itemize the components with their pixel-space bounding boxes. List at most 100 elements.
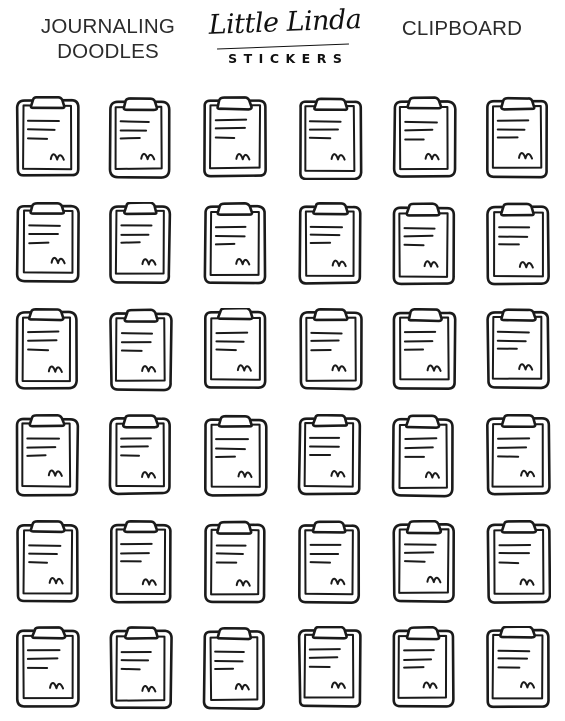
header-left-line1: JOURNALING bbox=[40, 15, 176, 38]
clipboard-paper-sheet bbox=[115, 317, 166, 382]
clipboard-icon bbox=[109, 202, 172, 285]
sticker-item[interactable] bbox=[199, 409, 271, 503]
sticker-item[interactable] bbox=[482, 621, 554, 715]
sticker-item[interactable] bbox=[388, 303, 460, 397]
sticker-item[interactable] bbox=[482, 303, 554, 397]
sticker-item[interactable] bbox=[11, 197, 83, 291]
clipboard-icon bbox=[392, 626, 455, 708]
clipboard-text-line bbox=[215, 136, 236, 140]
sticker-item[interactable] bbox=[294, 197, 366, 291]
sticker-item[interactable] bbox=[482, 515, 554, 609]
brand-underline-rule bbox=[217, 43, 349, 50]
sticker-item[interactable] bbox=[482, 197, 554, 291]
sticker-item[interactable] bbox=[105, 409, 177, 503]
clipboard-clip bbox=[406, 96, 442, 110]
clipboard-clip bbox=[122, 97, 159, 112]
clipboard-text-line bbox=[215, 126, 247, 130]
clipboard-icon bbox=[392, 520, 455, 603]
sticker-item[interactable] bbox=[11, 91, 83, 185]
clipboard-clip bbox=[122, 414, 160, 429]
clipboard-icon bbox=[486, 202, 550, 286]
sticker-item[interactable] bbox=[105, 621, 177, 715]
clipboard-clip bbox=[312, 308, 349, 322]
clipboard-text-line bbox=[498, 561, 520, 565]
sticker-item[interactable] bbox=[294, 621, 366, 715]
sticker-item[interactable] bbox=[11, 409, 83, 503]
clipboard-icon bbox=[15, 308, 79, 390]
clipboard-text-line bbox=[28, 224, 61, 227]
sticker-item[interactable] bbox=[388, 197, 460, 291]
brand-subtitle: STICKERS bbox=[228, 51, 349, 66]
clipboard-text-line bbox=[216, 552, 245, 556]
clipboard-icon bbox=[392, 96, 457, 178]
clipboard-icon bbox=[486, 520, 551, 604]
clipboard-icon bbox=[486, 626, 550, 709]
clipboard-text-line bbox=[403, 560, 426, 563]
clipboard-text-line bbox=[215, 242, 236, 246]
clipboard-text-line bbox=[215, 118, 248, 122]
sticker-item[interactable] bbox=[199, 621, 271, 715]
clipboard-clip bbox=[405, 202, 441, 217]
sticker-item[interactable] bbox=[294, 409, 366, 503]
sticker-item[interactable] bbox=[388, 91, 460, 185]
clipboard-text-line bbox=[27, 339, 58, 342]
clipboard-text-line bbox=[27, 137, 49, 140]
clipboard-icon bbox=[392, 202, 455, 286]
clipboard-text-line bbox=[27, 128, 56, 131]
clipboard-clip bbox=[311, 520, 347, 534]
clipboard-icon bbox=[392, 308, 457, 390]
clipboard-icon bbox=[109, 308, 173, 392]
clipboard-text-line bbox=[404, 446, 434, 450]
clipboard-icon bbox=[15, 202, 80, 283]
clipboard-clip bbox=[311, 202, 349, 216]
sticker-item[interactable] bbox=[199, 197, 271, 291]
sticker-item[interactable] bbox=[294, 515, 366, 609]
clipboard-text-line bbox=[27, 348, 50, 352]
header-right-line1: CLIPBOARD bbox=[401, 17, 523, 40]
sticker-item[interactable] bbox=[105, 91, 177, 185]
clipboard-clip bbox=[500, 520, 538, 534]
clipboard-clip bbox=[218, 414, 254, 428]
sticker-item[interactable] bbox=[105, 515, 177, 609]
sticker-item[interactable] bbox=[388, 409, 460, 503]
clipboard-icon bbox=[297, 414, 361, 496]
sticker-item[interactable] bbox=[105, 303, 177, 397]
clipboard-text-line bbox=[402, 658, 432, 661]
sticker-item[interactable] bbox=[388, 621, 460, 715]
clipboard-icon bbox=[15, 96, 80, 177]
clipboard-text-line bbox=[26, 446, 57, 449]
clipboard-clip bbox=[124, 626, 160, 640]
clipboard-clip bbox=[27, 308, 65, 322]
clipboard-text-line bbox=[496, 330, 530, 334]
clipboard-clip bbox=[216, 520, 253, 535]
sticker-item[interactable] bbox=[11, 303, 83, 397]
sticker-item[interactable] bbox=[388, 515, 460, 609]
sticker-item[interactable] bbox=[482, 91, 554, 185]
sticker-item[interactable] bbox=[482, 409, 554, 503]
sticker-item[interactable] bbox=[294, 303, 366, 397]
clipboard-clip bbox=[500, 414, 537, 429]
clipboard-text-line bbox=[403, 234, 434, 238]
clipboard-text-line bbox=[308, 656, 338, 659]
clipboard-icon bbox=[204, 414, 268, 497]
sticker-item[interactable] bbox=[11, 621, 83, 715]
sticker-item[interactable] bbox=[11, 515, 83, 609]
clipboard-text-line bbox=[403, 120, 438, 124]
clipboard-clip bbox=[123, 520, 159, 534]
clipboard-text-line bbox=[215, 348, 238, 352]
clipboard-clip bbox=[498, 626, 536, 639]
clipboard-text-line bbox=[403, 551, 434, 554]
clipboard-icon bbox=[485, 96, 548, 179]
sticker-item[interactable] bbox=[199, 303, 271, 397]
sticker-item[interactable] bbox=[199, 91, 271, 185]
clipboard-icon bbox=[204, 520, 267, 604]
clipboard-text-line bbox=[26, 454, 47, 457]
clipboard-paper-sheet bbox=[398, 105, 449, 171]
sticker-item[interactable] bbox=[105, 197, 177, 291]
sticker-item[interactable] bbox=[294, 91, 366, 185]
brand-script-wordmark: Little Linda bbox=[208, 4, 362, 41]
clipboard-clip bbox=[216, 96, 254, 111]
clipboard-text-line bbox=[26, 657, 59, 660]
clipboard-clip bbox=[31, 626, 67, 640]
sticker-item[interactable] bbox=[199, 515, 271, 609]
